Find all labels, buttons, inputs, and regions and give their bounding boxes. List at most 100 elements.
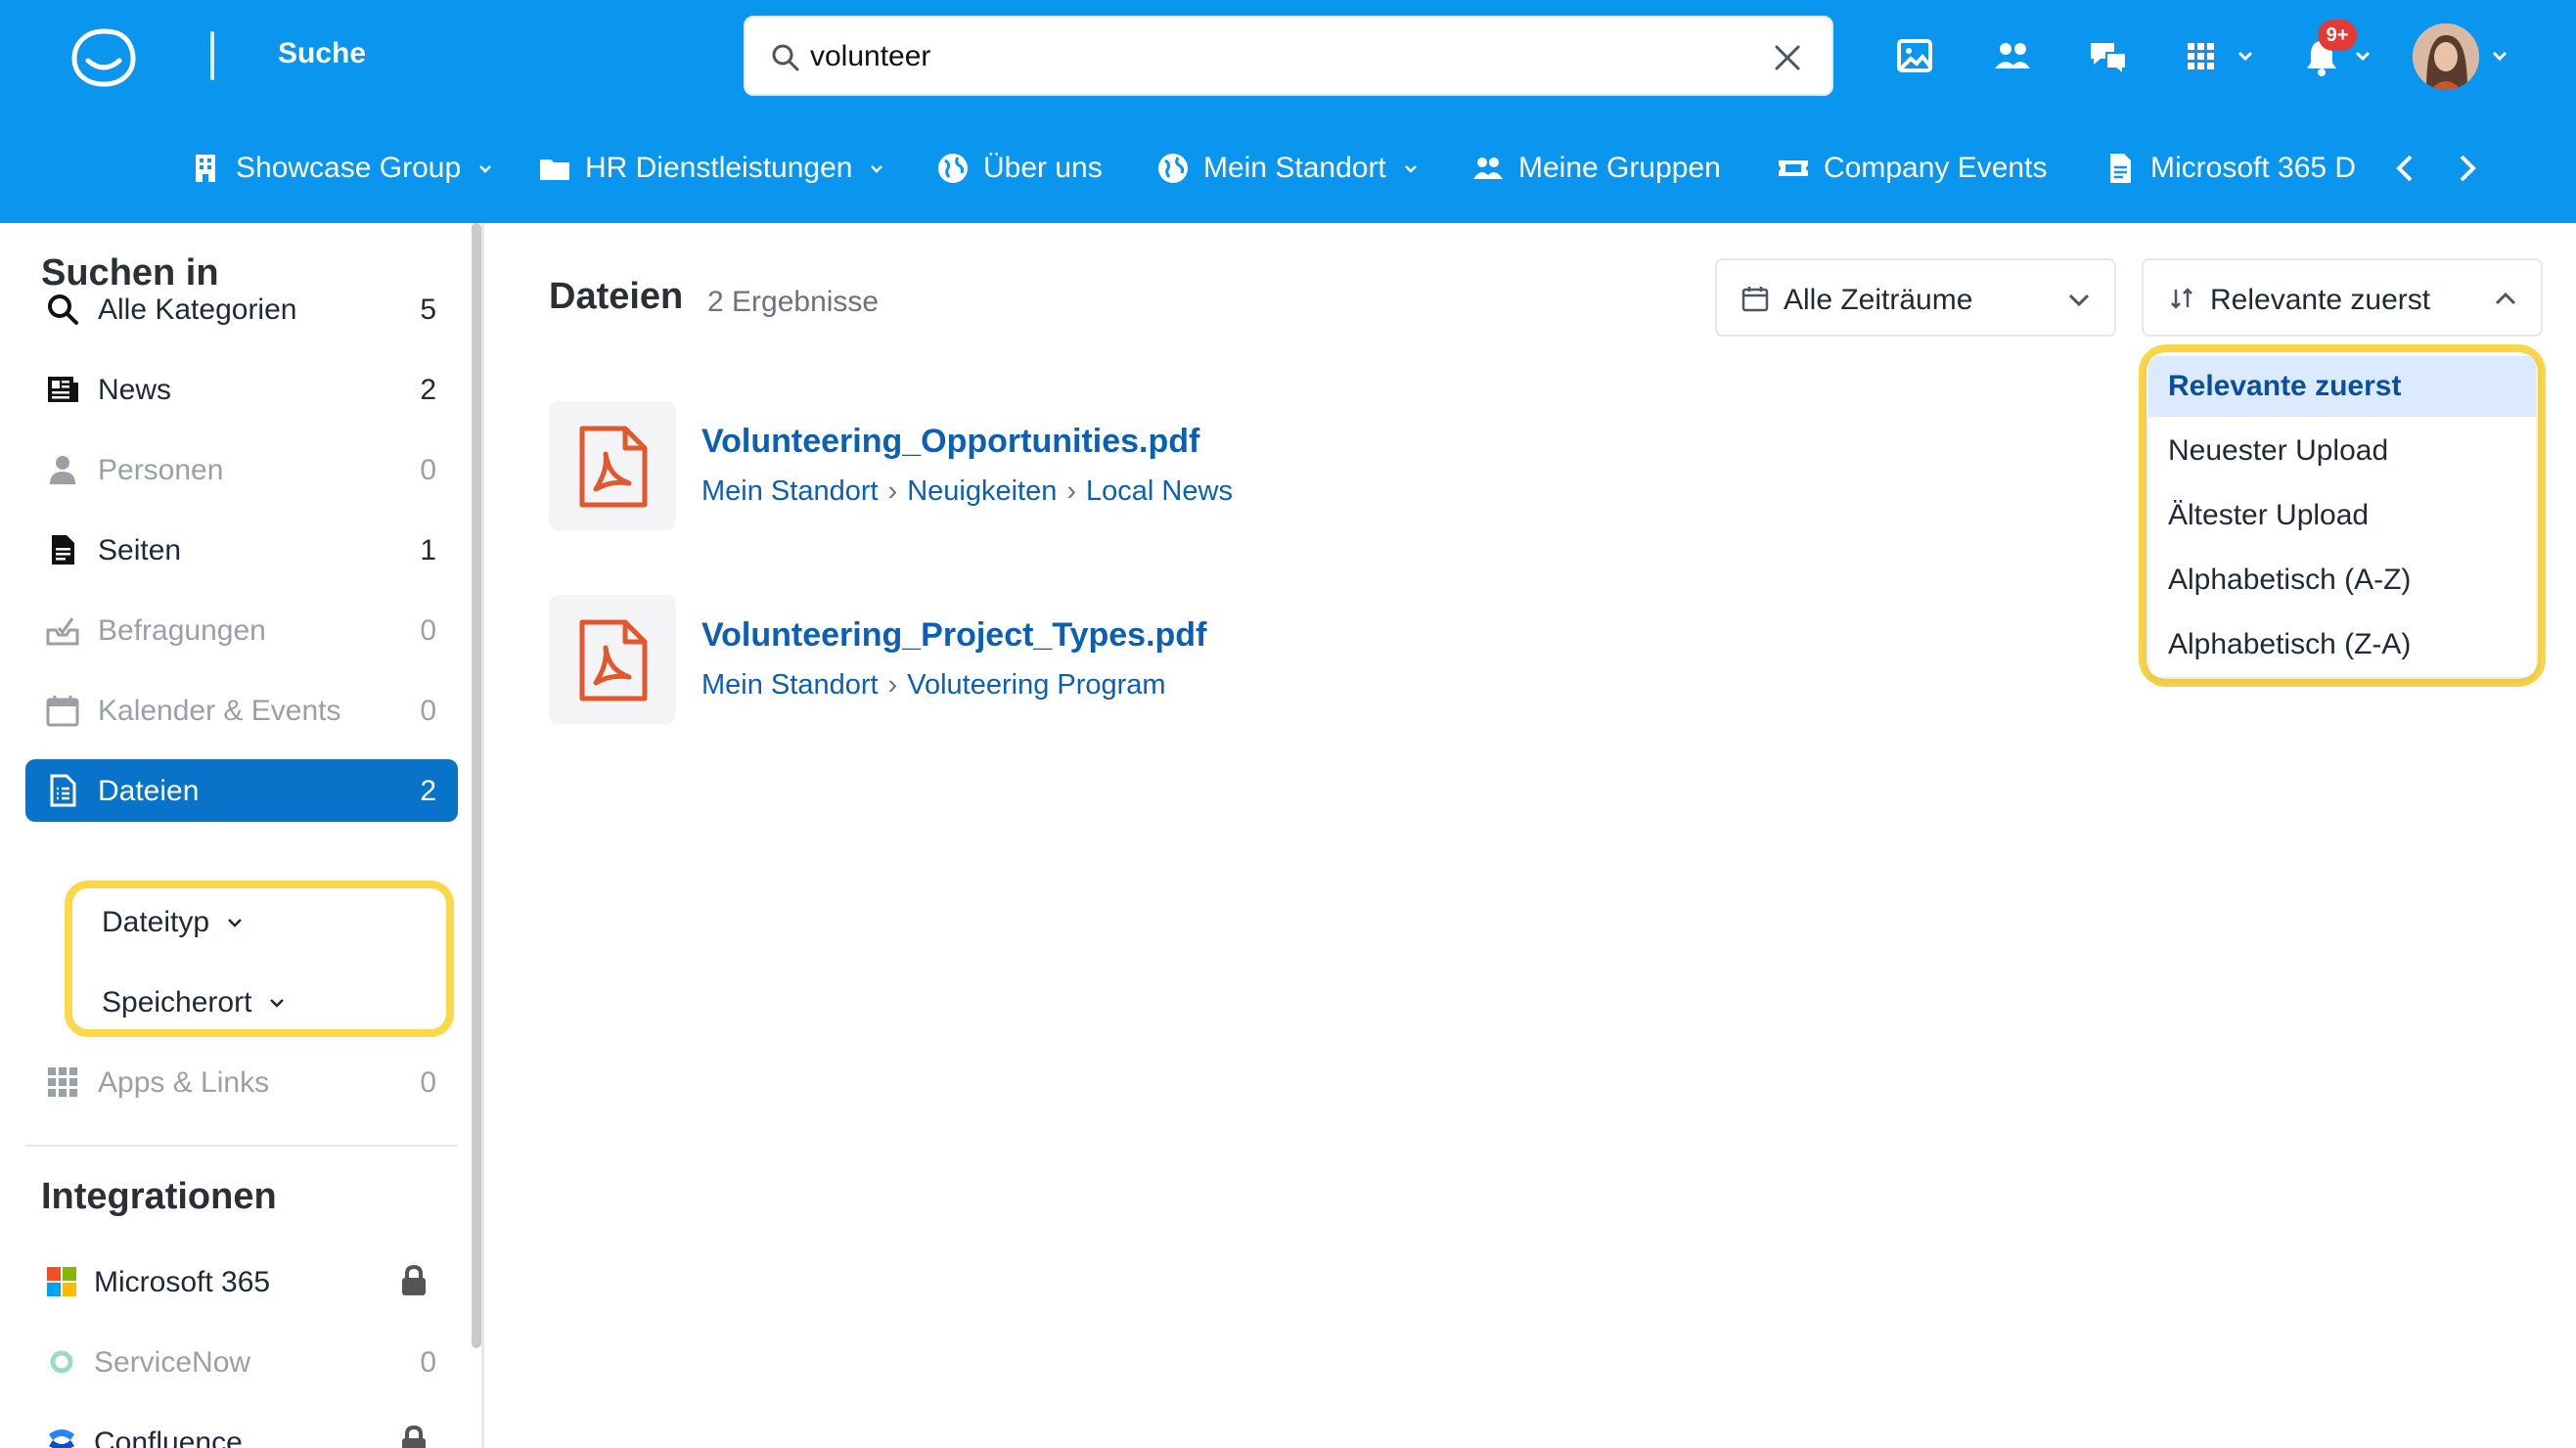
category-count: 5 (420, 294, 436, 326)
category-apps-links[interactable]: Apps & Links 0 (25, 1051, 458, 1113)
filter-dateityp[interactable]: Dateityp (102, 906, 245, 939)
filter-speicherort[interactable]: Speicherort (102, 986, 287, 1019)
category-kalender-events[interactable]: Kalender & Events 0 (25, 679, 458, 742)
file-name-link[interactable]: Volunteering_Opportunities.pdf (701, 423, 1199, 461)
people-icon[interactable] (1985, 29, 2040, 84)
filter-label: Dateityp (102, 906, 210, 938)
breadcrumb-separator: › (1066, 475, 1077, 507)
search-input[interactable] (810, 31, 1691, 82)
category-dateien[interactable]: Dateien 2 (25, 759, 458, 822)
file-thumbnail[interactable] (549, 595, 676, 724)
breadcrumb-link[interactable]: Voluteering Program (907, 669, 1165, 701)
lock-icon (402, 1264, 426, 1295)
nav-item-label: Showcase Group (236, 152, 462, 184)
chevron-down-icon (1404, 165, 1417, 173)
breadcrumb-separator: › (887, 475, 898, 507)
breadcrumb-link[interactable]: Neuigkeiten (907, 475, 1057, 508)
nav-item-mein-standort[interactable]: Mein Standort (1156, 147, 1420, 190)
filter-label: Speicherort (102, 986, 252, 1018)
chevron-down-icon[interactable] (2236, 46, 2255, 66)
search-icon (48, 294, 78, 325)
category-label: Alle Kategorien (98, 294, 297, 326)
sort-icon (2171, 288, 2192, 309)
gallery-icon[interactable] (1887, 29, 1942, 84)
integration-count: 0 (420, 1346, 436, 1379)
integrations-title: Integrationen (41, 1176, 277, 1217)
breadcrumb-link[interactable]: Mein Standort (701, 475, 879, 508)
category-count: 2 (420, 775, 436, 807)
integration-microsoft-365[interactable]: Microsoft 365 (25, 1250, 458, 1313)
sort-option-oldest[interactable]: Ältester Upload (2148, 485, 2536, 546)
category-count: 0 (420, 1066, 436, 1099)
nav-item-meine-gruppen[interactable]: Meine Gruppen (1471, 147, 1721, 190)
lock-icon (402, 1425, 426, 1448)
nav-item-label: HR Dienstleistungen (585, 152, 853, 184)
sort-option-alpha-az[interactable]: Alphabetisch (A-Z) (2148, 550, 2536, 611)
nav-item-label: Meine Gruppen (1518, 152, 1721, 184)
integration-servicenow[interactable]: ServiceNow 0 (25, 1331, 458, 1393)
chat-icon[interactable] (2081, 29, 2136, 84)
chevron-down-icon[interactable] (2353, 46, 2373, 66)
sort-option-newest[interactable]: Neuester Upload (2148, 421, 2536, 481)
apps-grid-icon[interactable] (2174, 29, 2229, 84)
category-count: 0 (420, 695, 436, 727)
sidebar: Suchen in Alle Kategorien 5 News 2 Perso… (0, 223, 484, 1448)
category-befragungen[interactable]: Befragungen 0 (25, 599, 458, 661)
building-icon (196, 155, 215, 182)
integration-confluence[interactable]: Confluence (25, 1411, 458, 1448)
file-name-link[interactable]: Volunteering_Project_Types.pdf (701, 616, 1206, 655)
nav-item-showcase-group[interactable]: Showcase Group (189, 147, 494, 190)
breadcrumb-separator: › (887, 669, 898, 701)
sort-option-relevant[interactable]: Relevante zuerst (2148, 356, 2536, 417)
microsoft-logo-icon (47, 1267, 76, 1296)
search-icon (772, 44, 799, 71)
chevron-down-icon (270, 999, 285, 1008)
time-range-label: Alle Zeiträume (1784, 284, 1973, 316)
sort-select[interactable]: Relevante zuerst (2142, 258, 2543, 337)
chevron-left-icon[interactable] (2385, 149, 2424, 188)
nav-item-ueber-uns[interactable]: Über uns (936, 147, 1103, 190)
close-icon[interactable] (1769, 39, 1806, 76)
header-divider (210, 31, 214, 80)
app-logo-icon[interactable] (68, 25, 139, 90)
pdf-file-icon (579, 426, 648, 508)
app-title: Suche (278, 37, 367, 69)
chevron-down-icon[interactable] (2490, 46, 2509, 66)
file-thumbnail[interactable] (549, 401, 676, 530)
filter-highlight: Dateityp Speicherort (65, 881, 454, 1037)
result-count: 2 Ergebnisse (707, 286, 880, 318)
folder-icon (540, 159, 569, 180)
breadcrumb-link[interactable]: Mein Standort (701, 669, 879, 701)
nav-overflow-clip: Microsoft 365 D (2094, 113, 2368, 223)
page-title: Dateien (549, 276, 684, 317)
breadcrumb-link[interactable]: Local News (1086, 475, 1233, 508)
document-icon (2110, 154, 2131, 183)
file-breadcrumb: Mein Standort › Neuigkeiten › Local News (701, 475, 1233, 508)
chevron-right-icon[interactable] (2448, 149, 2487, 188)
integration-label: Microsoft 365 (94, 1266, 271, 1298)
top-header: Suche 9+ (0, 0, 2576, 113)
category-alle-kategorien[interactable]: Alle Kategorien 5 (25, 278, 458, 340)
category-seiten[interactable]: Seiten 1 (25, 519, 458, 581)
category-label: Personen (98, 454, 224, 486)
sort-option-alpha-za[interactable]: Alphabetisch (Z-A) (2148, 614, 2536, 675)
chevron-down-icon (228, 919, 242, 928)
category-count: 0 (420, 454, 436, 486)
people-icon (1473, 158, 1503, 179)
sidebar-scrollbar[interactable] (472, 223, 481, 1348)
chevron-up-icon (2495, 292, 2516, 305)
avatar[interactable] (2413, 23, 2479, 90)
category-personen[interactable]: Personen 0 (25, 438, 458, 501)
calendar-icon (46, 696, 79, 727)
time-range-select[interactable]: Alle Zeiträume (1715, 258, 2116, 337)
category-news[interactable]: News 2 (25, 358, 458, 421)
integration-label: Confluence (94, 1426, 243, 1448)
nav-item-microsoft-365[interactable]: Microsoft 365 D (2103, 147, 2356, 190)
nav-item-hr-dienstleistungen[interactable]: HR Dienstleistungen (538, 147, 885, 190)
category-label: News (98, 374, 172, 406)
servicenow-logo-icon (50, 1350, 73, 1374)
nav-item-company-events[interactable]: Company Events (1777, 147, 2047, 190)
file-row: Volunteering_Opportunities.pdf Mein Stan… (549, 401, 1919, 530)
search-box[interactable] (744, 16, 1833, 96)
apps-grid-icon (48, 1067, 77, 1097)
